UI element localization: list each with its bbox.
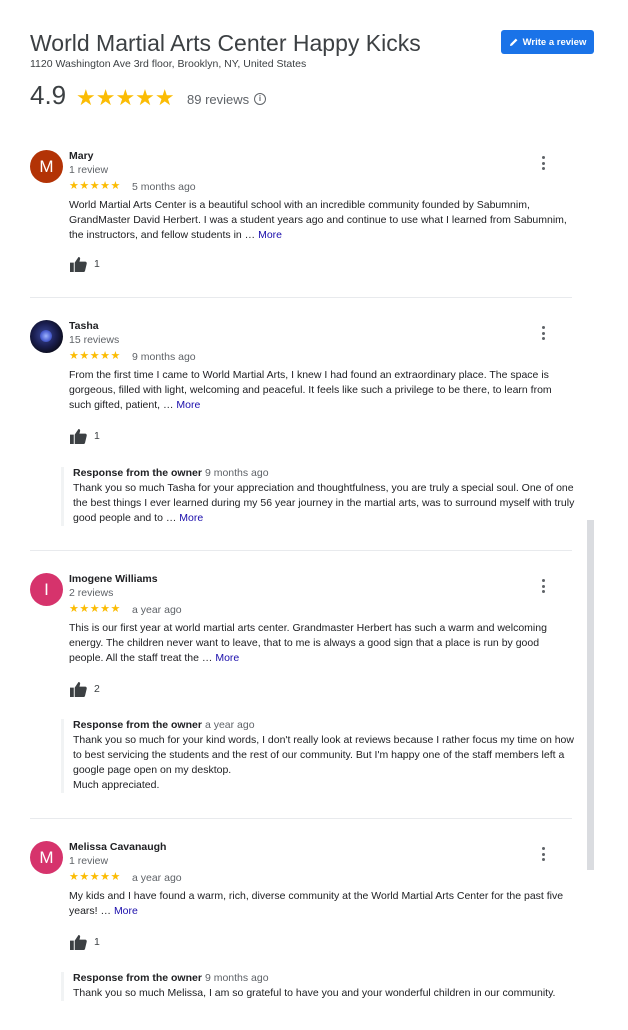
review-stars: ★★★★★ [69,350,121,362]
review-stars: ★★★★★ [69,871,121,883]
owner-response-title: Response from the owner [73,467,202,479]
review-age: a year ago [132,872,182,884]
reviewer-review-count: 1 review [69,855,109,867]
more-options-icon[interactable] [539,156,547,170]
more-link[interactable]: More [215,652,239,664]
more-options-icon[interactable] [539,847,547,861]
owner-response-text: Thank you so much Melissa, I am so grate… [73,987,556,999]
reviewer-review-count: 2 reviews [69,587,114,599]
reviewer-name[interactable]: Mary [69,150,94,162]
like-count: 1 [94,936,100,948]
avatar[interactable]: I [30,573,63,606]
review-stars: ★★★★★ [69,603,121,615]
owner-response: Response from the owner 9 months ago Than… [61,972,583,1001]
review-card: Tasha 15 reviews ★★★★★ 9 months ago From… [30,320,575,535]
reviewer-review-count: 15 reviews [69,334,120,346]
reviewer-name[interactable]: Melissa Cavanaugh [69,841,166,853]
owner-response-age: 9 months ago [204,467,269,479]
place-title: World Martial Arts Center Happy Kicks [30,30,421,56]
more-link[interactable]: More [114,905,138,917]
review-text: From the first time I came to World Mart… [69,369,552,411]
thumbs-up-icon [70,428,87,444]
like-button[interactable]: 1 [69,255,129,273]
pencil-icon [509,38,518,46]
more-options-icon[interactable] [539,326,547,340]
owner-response-text: Thank you so much Tasha for your appreci… [73,482,575,524]
rating-stars: ★★★★★ [76,85,175,110]
like-count: 1 [94,258,100,270]
divider [30,818,572,819]
reviewer-name[interactable]: Imogene Williams [69,573,158,585]
thumbs-up-icon [70,934,87,950]
review-age: 5 months ago [132,181,196,193]
write-review-button[interactable]: Write a review [501,30,594,54]
owner-response: Response from the owner 9 months ago Than… [61,467,583,526]
review-card: M Melissa Cavanaugh 1 review ★★★★★ a yea… [30,841,575,1030]
like-count: 2 [94,683,100,695]
more-link[interactable]: More [258,229,282,241]
reviewer-review-count: 1 review [69,164,109,176]
scrollbar[interactable] [587,520,594,870]
place-header: World Martial Arts Center Happy Kicks 11… [30,28,595,118]
write-review-label: Write a review [522,36,587,48]
review-age: 9 months ago [132,351,196,363]
thumbs-up-icon [70,256,87,272]
owner-response-age: a year ago [204,719,255,731]
review-text: My kids and I have found a warm, rich, d… [69,890,564,917]
review-age: a year ago [132,604,182,616]
like-button[interactable]: 1 [69,933,129,951]
more-options-icon[interactable] [539,579,547,593]
info-icon[interactable]: i [254,93,266,105]
more-link[interactable]: More [176,399,200,411]
owner-response: Response from the owner a year ago Thank … [61,719,583,793]
review-text: This is our first year at world martial … [69,622,547,664]
rating-value: 4.9 [30,80,67,110]
divider [30,550,572,551]
more-link[interactable]: More [179,512,203,524]
owner-response-title: Response from the owner [73,719,202,731]
like-button[interactable]: 1 [69,427,129,445]
like-button[interactable]: 2 [69,680,129,698]
divider [30,297,572,298]
owner-response-text: Thank you so much for your kind words, I… [73,734,574,791]
owner-response-title: Response from the owner [73,972,202,984]
like-count: 1 [94,430,100,442]
review-stars: ★★★★★ [69,180,121,192]
thumbs-up-icon [70,681,87,697]
review-card: M Mary 1 review ★★★★★ 5 months ago World… [30,150,575,285]
review-count[interactable]: 89 reviews [187,92,249,107]
place-address: 1120 Washington Ave 3rd floor, Brooklyn,… [30,58,307,70]
avatar[interactable]: M [30,841,63,874]
rating-summary: 4.9 ★★★★★ 89 reviews i [30,80,330,114]
owner-response-age: 9 months ago [204,972,269,984]
avatar[interactable]: M [30,150,63,183]
reviewer-name[interactable]: Tasha [69,320,99,332]
review-card: I Imogene Williams 2 reviews ★★★★★ a yea… [30,573,575,803]
avatar[interactable] [30,320,63,353]
review-text: World Martial Arts Center is a beautiful… [69,199,567,241]
